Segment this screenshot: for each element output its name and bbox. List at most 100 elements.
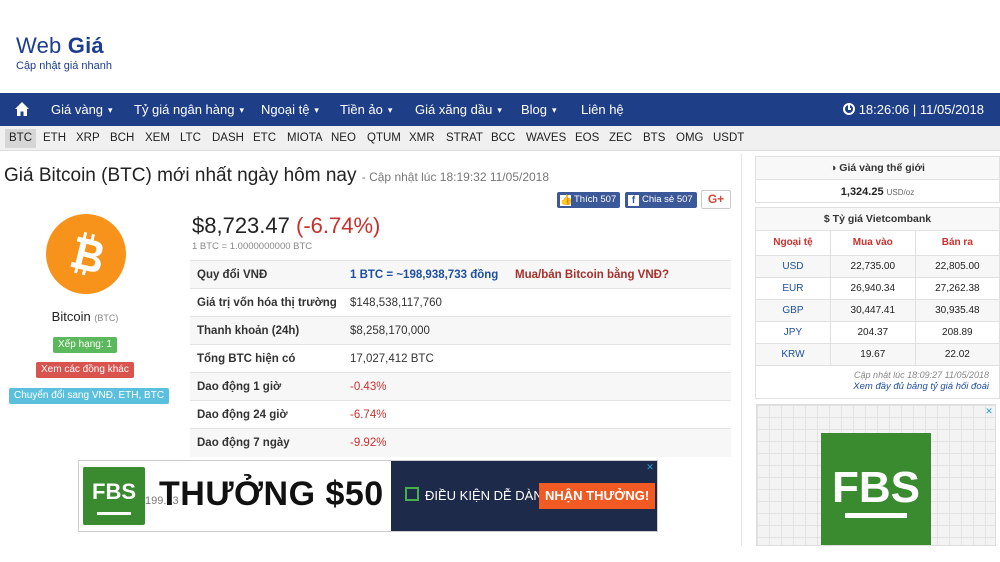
other-coins-button[interactable]: Xem các đồng khác [36,362,134,378]
currency-link[interactable]: JPY [756,321,831,344]
nav-label: Tỷ giá ngân hàng [134,102,235,117]
ad-banner[interactable]: FBS 199.13 THƯỞNG $50 ĐIỀU KIỆN DỄ DÀNG … [78,460,658,532]
chevron-down-icon: ▾ [497,105,502,115]
table-row: Giá trị vốn hóa thị trường $148,538,117,… [190,288,731,317]
sell-rate: 27,262.38 [915,277,999,300]
coin-tab-etc[interactable]: ETC [249,129,280,148]
coin-tab-miota[interactable]: MIOTA [283,129,327,148]
thumbs-up-icon: 👍 [560,195,573,206]
site-tagline: Cập nhật giá nhanh [16,60,113,72]
table-row: GBP 30,447.41 30,935.48 [756,299,999,322]
logo-bold-text: Giá [67,33,104,58]
page-title-text: Giá Bitcoin (BTC) mới nhất ngày hôm nay [4,165,357,186]
sidebar-ad[interactable]: FBS ✕ [756,404,996,546]
coin-tab-xem[interactable]: XEM [141,129,174,148]
gold-price-header: ◑ Giá vàng thế giới [756,157,999,180]
coin-tab-dash[interactable]: DASH [208,129,248,148]
fx-full-table-link[interactable]: Xem đầy đủ bảng tỷ giá hối đoái [756,380,999,392]
coin-tab-eos[interactable]: EOS [571,129,603,148]
ad-banner-left: FBS 199.13 THƯỞNG $50 [79,461,391,531]
currency-link[interactable]: EUR [756,277,831,300]
google-plus-button[interactable]: G+ [701,190,731,209]
coin-tab-bcc[interactable]: BCC [487,129,519,148]
sell-rate: 30,935.48 [915,299,999,322]
coin-tab-xmr[interactable]: XMR [405,129,439,148]
coin-tab-xrp[interactable]: XRP [72,129,104,148]
stat-label: Dao động 24 giờ [190,400,350,429]
coin-tab-bar: BTC ETH XRP BCH XEM LTC DASH ETC MIOTA N… [0,126,1000,151]
currency-link[interactable]: KRW [756,343,831,366]
coin-tab-btc[interactable]: BTC [5,129,36,148]
stat-value: 17,027,412 BTC [350,344,515,373]
fx-header: $ Tỷ giá Vietcombank [756,208,999,231]
buy-rate: 30,447.41 [830,299,916,322]
facebook-share-button[interactable]: f Chia sẻ 507 [625,192,697,208]
stat-label: Giá trị vốn hóa thị trường [190,288,350,317]
table-row: EUR 26,940.34 27,262.38 [756,277,999,300]
buy-sell-vnd-link[interactable]: Mua/bán Bitcoin bằng VNĐ? [515,260,731,289]
coin-tab-bts[interactable]: BTS [639,129,669,148]
ad-condition-text: ĐIỀU KIỆN DỄ DÀNG [425,488,553,503]
nav-ty-gia-ngan-hang[interactable]: Tỷ giá ngân hàng ▾ [134,93,244,126]
coin-tab-strat[interactable]: STRAT [442,129,487,148]
facebook-like-button[interactable]: 👍 Thích 507 [557,192,621,208]
fx-updated-text: Cập nhật lúc 18:09:27 11/05/2018 [854,369,989,380]
table-row: Dao động 1 giờ -0.43% [190,372,731,401]
price-change: (-6.74%) [296,213,381,238]
coin-tab-neo[interactable]: NEO [327,129,360,148]
nav-gia-vang[interactable]: Giá vàng ▾ [51,93,113,126]
nav-label: Giá vàng [51,102,104,117]
convert-button[interactable]: Chuyển đổi sang VNĐ, ETH, BTC [9,388,170,404]
nav-tien-ao[interactable]: Tiền ảo ▾ [340,93,392,126]
chevron-down-icon: ▾ [108,105,113,115]
stat-value: -9.92% [350,428,515,457]
currency-link[interactable]: GBP [756,299,831,322]
fx-title: Tỷ giá Vietcombank [832,213,932,225]
table-row: Dao động 24 giờ -6.74% [190,400,731,429]
nav-label: Giá xăng dầu [415,102,493,117]
coin-tab-ltc[interactable]: LTC [176,129,205,148]
coin-tab-eth[interactable]: ETH [39,129,70,148]
column-divider [741,154,742,546]
stat-value: -6.74% [350,400,515,429]
clock-text: 18:26:06 | 11/05/2018 [858,102,984,117]
stat-extra [515,372,731,401]
buy-rate: 22,735.00 [830,255,916,278]
fbs-logo-underline [845,513,907,518]
btc-rate: 1 BTC = 1.0000000000 BTC [192,241,313,252]
coin-tab-bch[interactable]: BCH [106,129,138,148]
buy-rate: 204.37 [830,321,916,344]
fx-rate-panel: $ Tỷ giá Vietcombank Ngoại tệ Mua vào Bá… [755,207,1000,399]
close-icon[interactable]: ✕ [645,462,655,472]
coin-tab-zec[interactable]: ZEC [605,129,636,148]
chevron-down-icon: ▾ [387,105,393,115]
table-header-row: Ngoại tệ Mua vào Bán ra [756,231,999,256]
stat-label: Tổng BTC hiện có [190,344,350,373]
nav-gia-xang-dau[interactable]: Giá xăng dầu ▾ [415,93,502,126]
stat-extra [515,344,731,373]
nav-lien-he[interactable]: Liên hệ [581,93,624,126]
nav-ngoai-te[interactable]: Ngoại tệ ▾ [261,93,319,126]
page-title: Giá Bitcoin (BTC) mới nhất ngày hôm nay … [4,165,549,187]
contrast-icon: ◑ [830,162,840,174]
coin-tab-usdt[interactable]: USDT [709,129,748,148]
ad-cta-button[interactable]: NHẬN THƯỞNG! [539,483,656,509]
fbs-logo-text: FBS [832,463,920,512]
site-logo[interactable]: Web Giá [16,33,104,59]
coin-tab-omg[interactable]: OMG [672,129,707,148]
home-icon[interactable] [14,101,30,117]
logo-light-text: Web [16,33,68,58]
buy-rate: 19.67 [830,343,916,366]
stat-extra [515,428,731,457]
table-row: JPY 204.37 208.89 [756,321,999,344]
stat-extra [515,288,731,317]
nav-blog[interactable]: Blog ▾ [521,93,557,126]
coin-tab-qtum[interactable]: QTUM [363,129,405,148]
coin-tab-waves[interactable]: WAVES [522,129,570,148]
close-icon[interactable]: ✕ [984,406,994,416]
currency-link[interactable]: USD [756,255,831,278]
bitcoin-symbol-icon [70,231,103,276]
nav-label: Tiền ảo [340,102,383,117]
clock-display: 18:26:06 | 11/05/2018 [842,93,984,126]
price-value: $8,723.47 [192,213,290,238]
